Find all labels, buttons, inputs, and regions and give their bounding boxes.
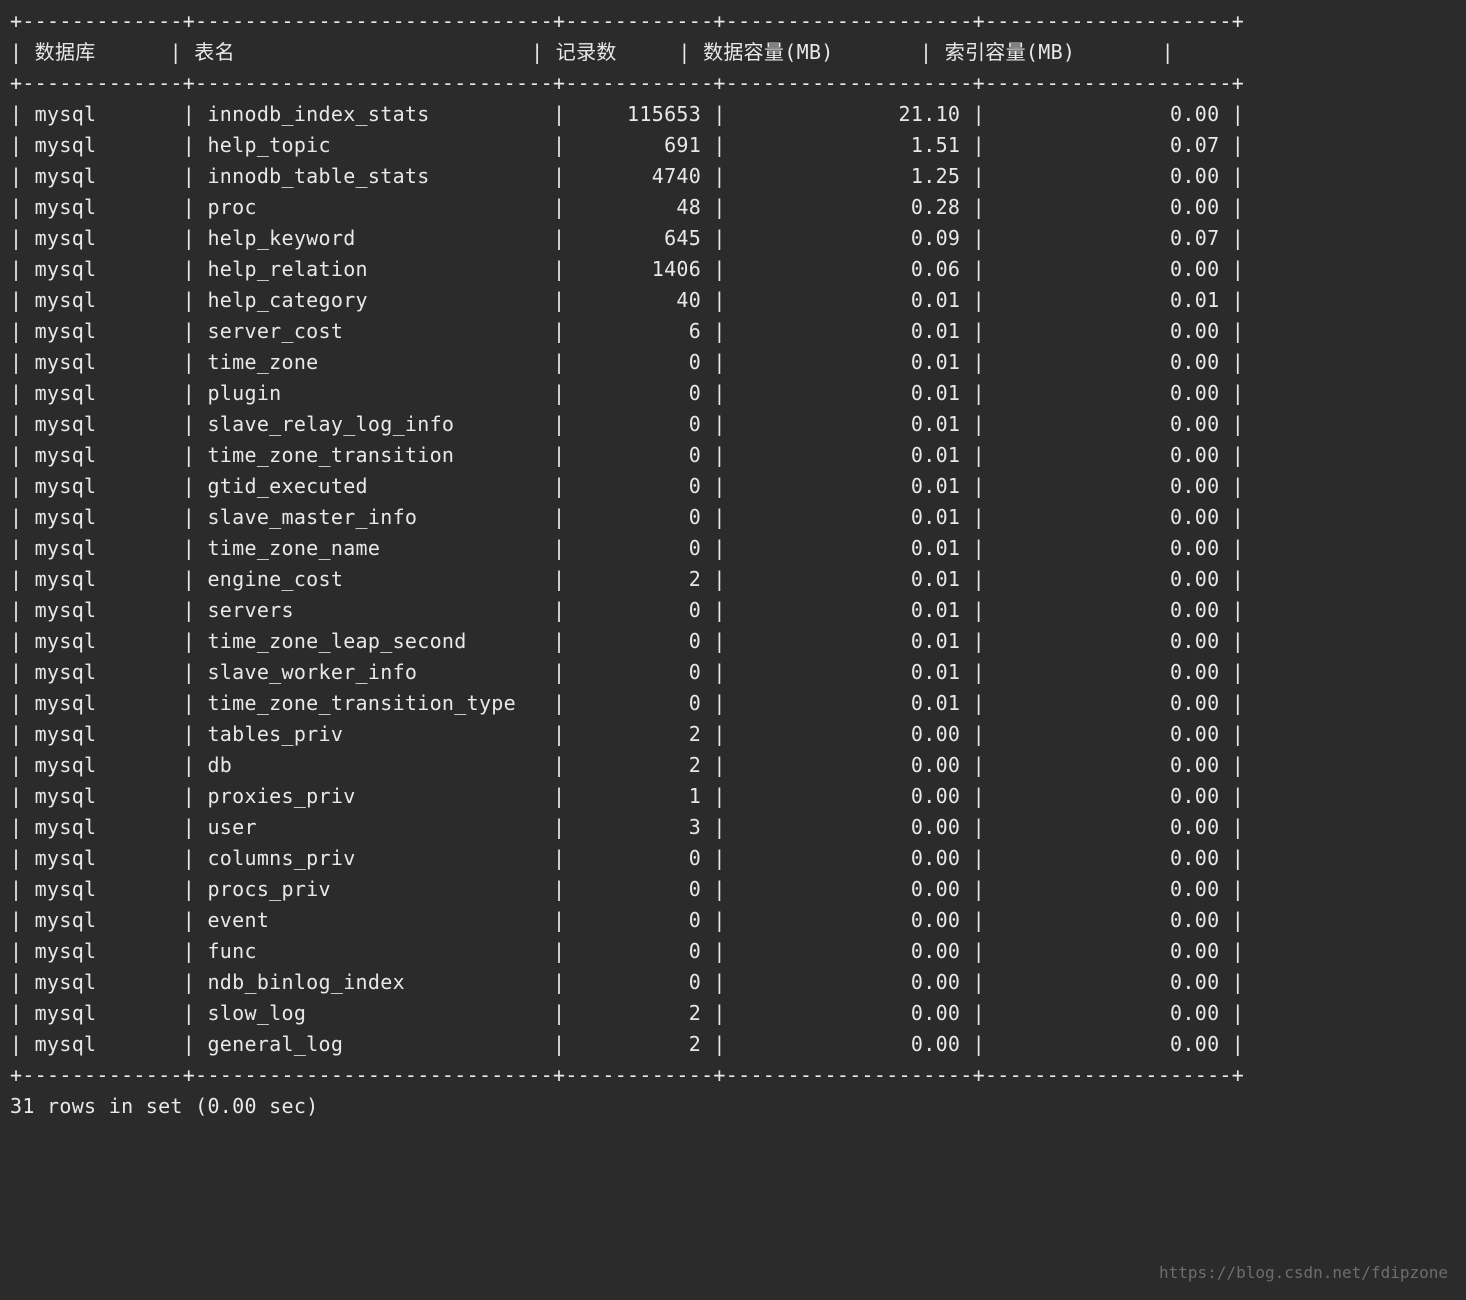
watermark-text: https://blog.csdn.net/fdipzone bbox=[1159, 1261, 1448, 1286]
mysql-result-table: +-------------+-------------------------… bbox=[0, 0, 1466, 1128]
